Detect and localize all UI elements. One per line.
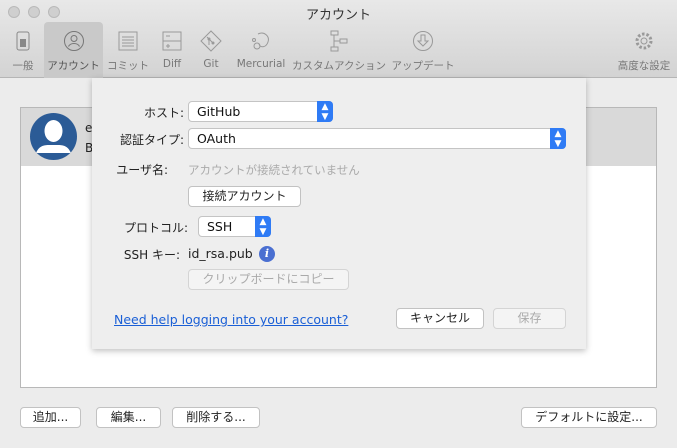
- host-label: ホスト:: [143, 106, 184, 120]
- tab-label: Git: [203, 58, 219, 70]
- auth-label: 認証タイプ:: [119, 133, 184, 147]
- tab-update[interactable]: アップデート: [390, 22, 456, 78]
- info-icon[interactable]: i: [259, 246, 275, 262]
- tab-label: カスタムアクション: [292, 60, 386, 72]
- title-bar: アカウント 一般 アカウント コミット Diff Git Mercurial カ…: [0, 0, 677, 78]
- connect-account-button[interactable]: 接続アカウント: [188, 186, 301, 207]
- add-button[interactable]: 追加...: [20, 407, 81, 428]
- tab-label: アップデート: [391, 60, 455, 72]
- tab-commit[interactable]: コミット: [104, 22, 152, 78]
- username-field: アカウントが接続されていません: [188, 163, 360, 177]
- document-icon: [104, 28, 152, 54]
- tab-label: アカウント: [47, 60, 100, 72]
- copy-to-clipboard-button[interactable]: クリップボードにコピー: [188, 269, 349, 290]
- gear-icon: [614, 28, 674, 54]
- tab-label: Mercurial: [236, 58, 286, 70]
- protocol-value: SSH: [207, 219, 233, 234]
- delete-button[interactable]: 削除する...: [172, 407, 260, 428]
- auth-select[interactable]: OAuth ▲ ▼: [188, 128, 566, 149]
- protocol-select[interactable]: SSH ▲ ▼: [198, 216, 271, 237]
- host-select[interactable]: GitHub ▲ ▼: [188, 101, 333, 122]
- auth-value: OAuth: [197, 131, 236, 146]
- tab-accounts[interactable]: アカウント: [44, 22, 103, 78]
- chevron-updown-icon: ▲ ▼: [255, 216, 271, 237]
- window-title: アカウント: [305, 8, 371, 23]
- tab-mercurial[interactable]: Mercurial: [234, 22, 288, 78]
- tab-label: 高度な設定: [617, 60, 671, 72]
- chevron-updown-icon: ▲ ▼: [317, 101, 333, 122]
- tab-label: 一般: [12, 60, 34, 72]
- edit-button[interactable]: 編集...: [96, 407, 161, 428]
- git-icon: [194, 28, 228, 54]
- ssh-key-value: id_rsa.pub: [188, 246, 253, 261]
- tab-advanced[interactable]: 高度な設定: [614, 22, 674, 78]
- username-label: ユーザ名:: [116, 163, 168, 177]
- save-button[interactable]: 保存: [493, 308, 566, 329]
- flow-icon: [292, 28, 386, 54]
- tab-general[interactable]: 一般: [4, 22, 42, 78]
- tab-diff[interactable]: Diff: [155, 22, 189, 78]
- tab-git[interactable]: Git: [194, 22, 228, 78]
- diff-icon: [155, 28, 189, 54]
- tab-custom-actions[interactable]: カスタムアクション: [292, 22, 386, 78]
- account-sheet: ホスト: GitHub ▲ ▼ 認証タイプ: OAuth ▲ ▼ ユーザ名: アカウント…: [92, 78, 586, 349]
- tab-label: コミット: [107, 60, 149, 72]
- help-link[interactable]: Need help logging into your account?: [114, 312, 348, 327]
- host-value: GitHub: [197, 104, 241, 119]
- user-icon: [44, 28, 103, 54]
- protocol-label: プロトコル:: [123, 221, 188, 235]
- chevron-updown-icon: ▲ ▼: [550, 128, 566, 149]
- set-default-button[interactable]: デフォルトに設定...: [521, 407, 657, 428]
- ssh-key-label: SSH キー:: [123, 248, 180, 262]
- mercurial-icon: [234, 28, 288, 54]
- switch-icon: [4, 28, 42, 54]
- download-icon: [390, 28, 456, 54]
- cancel-button[interactable]: キャンセル: [396, 308, 484, 329]
- tab-label: Diff: [162, 58, 182, 70]
